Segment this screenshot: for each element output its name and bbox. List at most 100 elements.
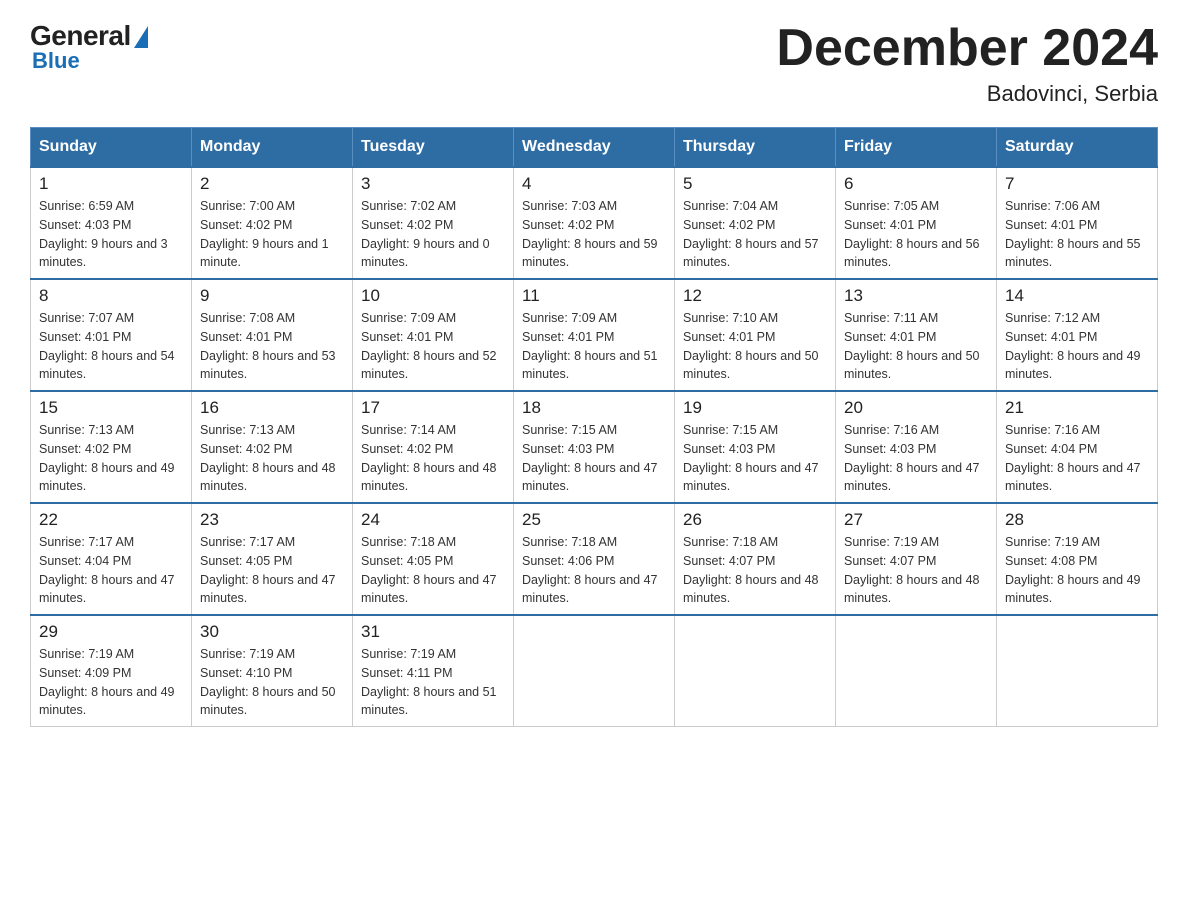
- day-number: 6: [844, 174, 988, 194]
- day-number: 13: [844, 286, 988, 306]
- day-info: Sunrise: 7:15 AMSunset: 4:03 PMDaylight:…: [683, 421, 827, 496]
- day-number: 23: [200, 510, 344, 530]
- day-number: 28: [1005, 510, 1149, 530]
- calendar-cell: 4 Sunrise: 7:03 AMSunset: 4:02 PMDayligh…: [514, 167, 675, 279]
- day-info: Sunrise: 7:17 AMSunset: 4:04 PMDaylight:…: [39, 533, 183, 608]
- day-info: Sunrise: 7:12 AMSunset: 4:01 PMDaylight:…: [1005, 309, 1149, 384]
- calendar-cell: [997, 615, 1158, 727]
- calendar-week-row: 1 Sunrise: 6:59 AMSunset: 4:03 PMDayligh…: [31, 167, 1158, 279]
- day-info: Sunrise: 7:19 AMSunset: 4:08 PMDaylight:…: [1005, 533, 1149, 608]
- day-info: Sunrise: 7:18 AMSunset: 4:07 PMDaylight:…: [683, 533, 827, 608]
- calendar-cell: 24 Sunrise: 7:18 AMSunset: 4:05 PMDaylig…: [353, 503, 514, 615]
- day-info: Sunrise: 7:19 AMSunset: 4:07 PMDaylight:…: [844, 533, 988, 608]
- day-number: 9: [200, 286, 344, 306]
- calendar-cell: 27 Sunrise: 7:19 AMSunset: 4:07 PMDaylig…: [836, 503, 997, 615]
- title-section: December 2024 Badovinci, Serbia: [776, 20, 1158, 107]
- day-number: 19: [683, 398, 827, 418]
- day-info: Sunrise: 7:19 AMSunset: 4:09 PMDaylight:…: [39, 645, 183, 720]
- calendar-cell: 10 Sunrise: 7:09 AMSunset: 4:01 PMDaylig…: [353, 279, 514, 391]
- day-info: Sunrise: 7:10 AMSunset: 4:01 PMDaylight:…: [683, 309, 827, 384]
- calendar-cell: 30 Sunrise: 7:19 AMSunset: 4:10 PMDaylig…: [192, 615, 353, 727]
- calendar-cell: 15 Sunrise: 7:13 AMSunset: 4:02 PMDaylig…: [31, 391, 192, 503]
- day-number: 10: [361, 286, 505, 306]
- calendar-week-row: 15 Sunrise: 7:13 AMSunset: 4:02 PMDaylig…: [31, 391, 1158, 503]
- day-number: 16: [200, 398, 344, 418]
- day-number: 24: [361, 510, 505, 530]
- day-info: Sunrise: 7:13 AMSunset: 4:02 PMDaylight:…: [39, 421, 183, 496]
- day-number: 30: [200, 622, 344, 642]
- calendar-cell: 29 Sunrise: 7:19 AMSunset: 4:09 PMDaylig…: [31, 615, 192, 727]
- day-info: Sunrise: 7:17 AMSunset: 4:05 PMDaylight:…: [200, 533, 344, 608]
- day-number: 5: [683, 174, 827, 194]
- calendar-cell: 11 Sunrise: 7:09 AMSunset: 4:01 PMDaylig…: [514, 279, 675, 391]
- day-info: Sunrise: 7:14 AMSunset: 4:02 PMDaylight:…: [361, 421, 505, 496]
- day-info: Sunrise: 7:07 AMSunset: 4:01 PMDaylight:…: [39, 309, 183, 384]
- col-saturday: Saturday: [997, 128, 1158, 168]
- col-wednesday: Wednesday: [514, 128, 675, 168]
- page-header: General Blue December 2024 Badovinci, Se…: [30, 20, 1158, 107]
- day-number: 25: [522, 510, 666, 530]
- calendar-cell: 7 Sunrise: 7:06 AMSunset: 4:01 PMDayligh…: [997, 167, 1158, 279]
- day-number: 1: [39, 174, 183, 194]
- day-info: Sunrise: 7:05 AMSunset: 4:01 PMDaylight:…: [844, 197, 988, 272]
- calendar-cell: 19 Sunrise: 7:15 AMSunset: 4:03 PMDaylig…: [675, 391, 836, 503]
- calendar-cell: 8 Sunrise: 7:07 AMSunset: 4:01 PMDayligh…: [31, 279, 192, 391]
- day-info: Sunrise: 7:08 AMSunset: 4:01 PMDaylight:…: [200, 309, 344, 384]
- day-info: Sunrise: 7:03 AMSunset: 4:02 PMDaylight:…: [522, 197, 666, 272]
- calendar-cell: 14 Sunrise: 7:12 AMSunset: 4:01 PMDaylig…: [997, 279, 1158, 391]
- day-info: Sunrise: 7:18 AMSunset: 4:06 PMDaylight:…: [522, 533, 666, 608]
- calendar-week-row: 22 Sunrise: 7:17 AMSunset: 4:04 PMDaylig…: [31, 503, 1158, 615]
- day-number: 21: [1005, 398, 1149, 418]
- day-number: 12: [683, 286, 827, 306]
- calendar-cell: 23 Sunrise: 7:17 AMSunset: 4:05 PMDaylig…: [192, 503, 353, 615]
- day-number: 26: [683, 510, 827, 530]
- day-number: 8: [39, 286, 183, 306]
- day-info: Sunrise: 7:09 AMSunset: 4:01 PMDaylight:…: [361, 309, 505, 384]
- day-info: Sunrise: 7:18 AMSunset: 4:05 PMDaylight:…: [361, 533, 505, 608]
- calendar-cell: 9 Sunrise: 7:08 AMSunset: 4:01 PMDayligh…: [192, 279, 353, 391]
- day-number: 22: [39, 510, 183, 530]
- day-info: Sunrise: 7:13 AMSunset: 4:02 PMDaylight:…: [200, 421, 344, 496]
- day-info: Sunrise: 7:00 AMSunset: 4:02 PMDaylight:…: [200, 197, 344, 272]
- day-info: Sunrise: 7:19 AMSunset: 4:10 PMDaylight:…: [200, 645, 344, 720]
- col-tuesday: Tuesday: [353, 128, 514, 168]
- day-number: 29: [39, 622, 183, 642]
- calendar-cell: 18 Sunrise: 7:15 AMSunset: 4:03 PMDaylig…: [514, 391, 675, 503]
- day-number: 31: [361, 622, 505, 642]
- calendar-cell: 25 Sunrise: 7:18 AMSunset: 4:06 PMDaylig…: [514, 503, 675, 615]
- calendar-cell: 2 Sunrise: 7:00 AMSunset: 4:02 PMDayligh…: [192, 167, 353, 279]
- calendar-cell: 31 Sunrise: 7:19 AMSunset: 4:11 PMDaylig…: [353, 615, 514, 727]
- col-monday: Monday: [192, 128, 353, 168]
- day-info: Sunrise: 7:16 AMSunset: 4:04 PMDaylight:…: [1005, 421, 1149, 496]
- calendar-cell: [836, 615, 997, 727]
- day-number: 27: [844, 510, 988, 530]
- logo-line2: Blue: [32, 48, 80, 74]
- calendar-cell: 3 Sunrise: 7:02 AMSunset: 4:02 PMDayligh…: [353, 167, 514, 279]
- calendar-table: Sunday Monday Tuesday Wednesday Thursday…: [30, 127, 1158, 727]
- calendar-cell: 22 Sunrise: 7:17 AMSunset: 4:04 PMDaylig…: [31, 503, 192, 615]
- col-thursday: Thursday: [675, 128, 836, 168]
- day-info: Sunrise: 6:59 AMSunset: 4:03 PMDaylight:…: [39, 197, 183, 272]
- calendar-cell: 1 Sunrise: 6:59 AMSunset: 4:03 PMDayligh…: [31, 167, 192, 279]
- calendar-cell: [675, 615, 836, 727]
- calendar-cell: 13 Sunrise: 7:11 AMSunset: 4:01 PMDaylig…: [836, 279, 997, 391]
- day-number: 11: [522, 286, 666, 306]
- day-number: 17: [361, 398, 505, 418]
- day-number: 20: [844, 398, 988, 418]
- calendar-cell: 17 Sunrise: 7:14 AMSunset: 4:02 PMDaylig…: [353, 391, 514, 503]
- day-info: Sunrise: 7:02 AMSunset: 4:02 PMDaylight:…: [361, 197, 505, 272]
- calendar-cell: 28 Sunrise: 7:19 AMSunset: 4:08 PMDaylig…: [997, 503, 1158, 615]
- day-info: Sunrise: 7:11 AMSunset: 4:01 PMDaylight:…: [844, 309, 988, 384]
- logo-triangle-icon: [134, 26, 148, 48]
- location: Badovinci, Serbia: [776, 81, 1158, 107]
- calendar-cell: 6 Sunrise: 7:05 AMSunset: 4:01 PMDayligh…: [836, 167, 997, 279]
- day-info: Sunrise: 7:15 AMSunset: 4:03 PMDaylight:…: [522, 421, 666, 496]
- col-friday: Friday: [836, 128, 997, 168]
- calendar-cell: 26 Sunrise: 7:18 AMSunset: 4:07 PMDaylig…: [675, 503, 836, 615]
- day-number: 18: [522, 398, 666, 418]
- day-info: Sunrise: 7:06 AMSunset: 4:01 PMDaylight:…: [1005, 197, 1149, 272]
- calendar-week-row: 8 Sunrise: 7:07 AMSunset: 4:01 PMDayligh…: [31, 279, 1158, 391]
- day-info: Sunrise: 7:04 AMSunset: 4:02 PMDaylight:…: [683, 197, 827, 272]
- day-info: Sunrise: 7:19 AMSunset: 4:11 PMDaylight:…: [361, 645, 505, 720]
- day-number: 14: [1005, 286, 1149, 306]
